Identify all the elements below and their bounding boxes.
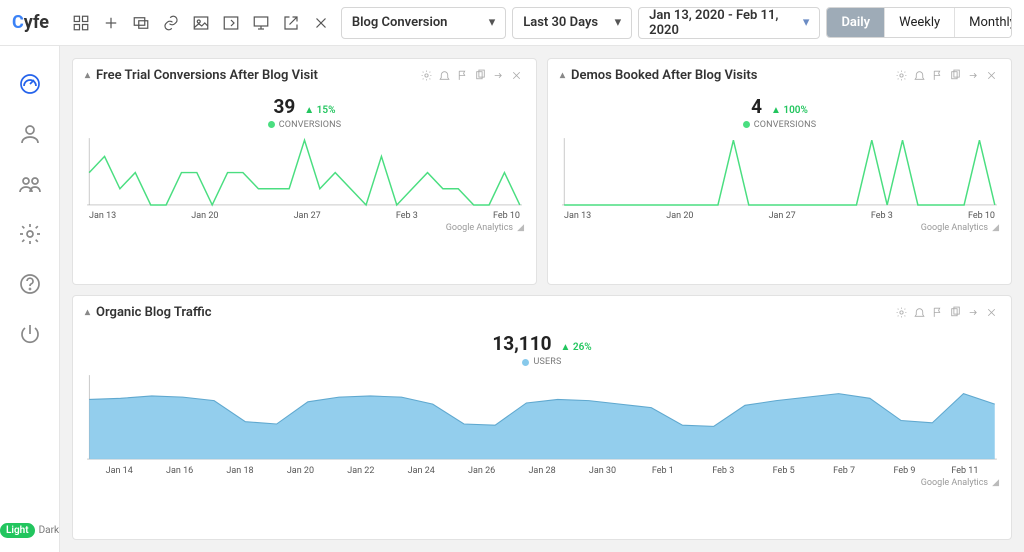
source-label: Google Analytics: [921, 478, 988, 488]
image-icon[interactable]: [187, 9, 215, 37]
export-icon[interactable]: [965, 304, 981, 320]
gear-icon[interactable]: [418, 67, 434, 83]
nav-power[interactable]: [16, 320, 44, 348]
widgets-icon[interactable]: [67, 9, 95, 37]
remove-icon[interactable]: [508, 67, 524, 83]
remove-icon[interactable]: [983, 304, 999, 320]
xaxis-labels: Jan 13Jan 20Jan 27Feb 3Feb 10: [560, 211, 999, 221]
remove-icon[interactable]: [983, 67, 999, 83]
nav-team[interactable]: [16, 170, 44, 198]
nav-dashboard[interactable]: [16, 70, 44, 98]
metric-value: 39: [274, 95, 296, 118]
flag-icon[interactable]: [454, 67, 470, 83]
gear-icon[interactable]: [893, 67, 909, 83]
close-icon[interactable]: [307, 9, 335, 37]
toolbar-icon-group: [67, 9, 335, 37]
metric-value: 13,110: [492, 332, 551, 355]
widget-action-group: [418, 67, 524, 83]
duplicate-icon[interactable]: [472, 67, 488, 83]
widget-title: Organic Blog Traffic: [96, 305, 211, 320]
chart-trial: Jan 13Jan 20Jan 27Feb 3Feb 10: [85, 136, 524, 221]
bell-icon[interactable]: [436, 67, 452, 83]
widget-organic: ▴ Organic Blog Traffic 13,110 ▲ 26% USER…: [72, 295, 1012, 540]
collapse-icon[interactable]: ▴: [560, 70, 565, 81]
metric-delta: ▲ 100%: [771, 105, 808, 116]
monitor-icon[interactable]: [247, 9, 275, 37]
nav-settings[interactable]: [16, 220, 44, 248]
add-icon[interactable]: [97, 9, 125, 37]
grain-weekly[interactable]: Weekly: [884, 8, 954, 37]
grain-monthly[interactable]: Monthly: [954, 8, 1012, 37]
sidebar: Light Dark: [0, 46, 60, 552]
theme-dark-label: Dark: [39, 525, 59, 536]
metric-value: 4: [751, 95, 762, 118]
legend-label: USERS: [533, 357, 561, 367]
xaxis-labels: Jan 13Jan 20Jan 27Feb 3Feb 10: [85, 211, 524, 221]
xaxis-labels: Jan 14Jan 16Jan 18Jan 20Jan 22Jan 24Jan …: [85, 466, 999, 476]
dashboard-content: ▴ Free Trial Conversions After Blog Visi…: [60, 46, 1024, 552]
daterange-label: Jan 13, 2020 - Feb 11, 2020: [649, 8, 795, 38]
period-label: Last 30 Days: [523, 15, 598, 30]
export-icon[interactable]: [965, 67, 981, 83]
screens-icon[interactable]: [127, 9, 155, 37]
gear-icon[interactable]: [893, 304, 909, 320]
bell-icon[interactable]: [911, 304, 927, 320]
widget-demos: ▴ Demos Booked After Blog Visits 4 ▲ 100…: [547, 58, 1012, 285]
flag-icon[interactable]: [929, 304, 945, 320]
bell-icon[interactable]: [911, 67, 927, 83]
widget-free-trial: ▴ Free Trial Conversions After Blog Visi…: [72, 58, 537, 285]
resize-handle-icon[interactable]: ◢: [992, 223, 999, 233]
resize-handle-icon[interactable]: ◢: [992, 478, 999, 488]
theme-toggle[interactable]: Light Dark: [0, 523, 59, 538]
nav-help[interactable]: [16, 270, 44, 298]
topbar: Cyfe Blog Conversion ▾ Last 30 Days ▾ Ja…: [0, 0, 1024, 46]
edit-icon[interactable]: [217, 9, 245, 37]
metric-delta: ▲ 15%: [304, 105, 335, 116]
widget-title: Demos Booked After Blog Visits: [571, 68, 757, 83]
grain-segment: Daily Weekly Monthly: [826, 7, 1012, 38]
main-layout: Light Dark ▴ Free Trial Conversions Afte…: [0, 46, 1024, 552]
export-icon[interactable]: [490, 67, 506, 83]
flag-icon[interactable]: [929, 67, 945, 83]
app-logo: Cyfe: [12, 12, 49, 33]
widget-action-group: [893, 67, 999, 83]
period-selector[interactable]: Last 30 Days ▾: [512, 7, 632, 39]
legend-label: CONVERSIONS: [279, 120, 342, 130]
metric-delta: ▲ 26%: [560, 342, 591, 353]
dashboard-name: Blog Conversion: [352, 15, 448, 30]
grain-daily[interactable]: Daily: [827, 8, 884, 37]
chart-demos: Jan 13Jan 20Jan 27Feb 3Feb 10: [560, 136, 999, 221]
nav-user[interactable]: [16, 120, 44, 148]
duplicate-icon[interactable]: [947, 304, 963, 320]
dashboard-selector[interactable]: Blog Conversion ▾: [341, 7, 506, 39]
widget-action-group: [893, 304, 999, 320]
theme-light-badge: Light: [0, 523, 35, 538]
source-label: Google Analytics: [921, 223, 988, 233]
collapse-icon[interactable]: ▴: [85, 307, 90, 318]
daterange-selector[interactable]: Jan 13, 2020 - Feb 11, 2020 ▾: [638, 7, 820, 39]
link-icon[interactable]: [157, 9, 185, 37]
duplicate-icon[interactable]: [947, 67, 963, 83]
resize-handle-icon[interactable]: ◢: [517, 223, 524, 233]
share-icon[interactable]: [277, 9, 305, 37]
widget-title: Free Trial Conversions After Blog Visit: [96, 68, 318, 83]
chart-organic: Jan 14Jan 16Jan 18Jan 20Jan 22Jan 24Jan …: [85, 373, 999, 475]
collapse-icon[interactable]: ▴: [85, 70, 90, 81]
legend-label: CONVERSIONS: [754, 120, 817, 130]
source-label: Google Analytics: [446, 223, 513, 233]
